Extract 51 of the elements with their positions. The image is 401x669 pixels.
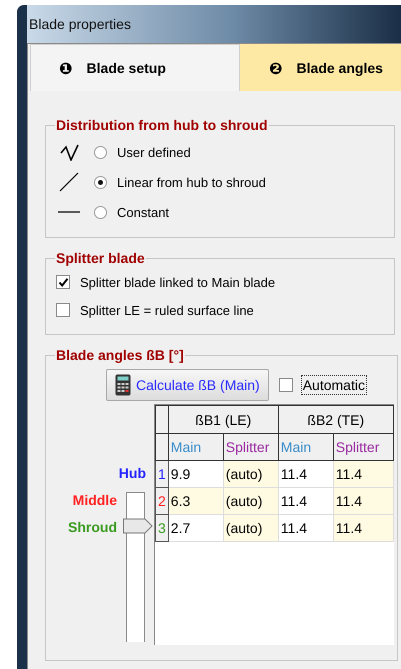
- tab[interactable]: ❷ Blade angles: [240, 44, 401, 91]
- header-cell: [156, 434, 168, 460]
- table-cell[interactable]: 11.4: [278, 514, 334, 542]
- table-cell[interactable]: 11.4: [278, 460, 334, 488]
- column-header: Main: [168, 434, 224, 460]
- checkbox[interactable]: [56, 303, 70, 317]
- row-label: Middle: [72, 490, 117, 510]
- row-label: Hub: [118, 464, 146, 480]
- checkbox[interactable]: [56, 275, 70, 289]
- table-cell[interactable]: (auto): [223, 514, 278, 542]
- group-title: Blade angles ßB [°]: [55, 347, 185, 363]
- calculate-button[interactable]: Calculate ßB (Main): [106, 369, 269, 401]
- zigzag-icon: [60, 144, 78, 160]
- diagonal-line-icon: [59, 172, 79, 192]
- header-cell: [156, 406, 168, 434]
- slider-thumb[interactable]: [123, 517, 153, 536]
- table-cell[interactable]: 11.4: [333, 460, 394, 488]
- checkbox[interactable]: [278, 378, 293, 392]
- column-header: ßB2 (TE): [278, 406, 394, 434]
- radio-button[interactable]: [94, 146, 107, 158]
- column-header: Splitter: [223, 434, 278, 460]
- row-number: 3: [156, 514, 168, 542]
- table-cell[interactable]: (auto): [223, 488, 278, 514]
- window-title: Blade properties: [29, 16, 131, 32]
- table-cell[interactable]: (auto): [223, 460, 278, 488]
- radio-label[interactable]: Linear from hub to shroud: [117, 174, 266, 190]
- checkbox-label[interactable]: Splitter LE = ruled surface line: [80, 302, 254, 318]
- radio-label[interactable]: User defined: [117, 144, 191, 160]
- radio-button[interactable]: [94, 206, 107, 218]
- checkbox-label[interactable]: Splitter blade linked to Main blade: [80, 274, 276, 290]
- table-cell[interactable]: 2.7: [168, 514, 224, 542]
- row-number: 1: [156, 460, 168, 488]
- column-header: ßB1 (LE): [168, 406, 278, 434]
- table-cell[interactable]: 11.4: [278, 488, 334, 514]
- row-number: 2: [156, 488, 168, 514]
- group-title: Distribution from hub to shroud: [55, 117, 269, 133]
- column-header: Main: [278, 434, 334, 460]
- column-header: Splitter: [333, 434, 394, 460]
- row-label: Shroud: [68, 518, 117, 536]
- table-cell[interactable]: 11.4: [333, 488, 394, 514]
- group-title: Splitter blade: [55, 250, 146, 266]
- tab[interactable]: ❶ Blade setup: [30, 44, 240, 91]
- table-cell[interactable]: 11.4: [333, 514, 394, 542]
- horizontal-line-icon: [57, 211, 81, 213]
- calculator-icon: [115, 374, 131, 396]
- table-cell[interactable]: 6.3: [168, 488, 224, 514]
- radio-button[interactable]: [94, 176, 107, 188]
- checkbox-label[interactable]: Automatic: [300, 375, 367, 395]
- slider-track[interactable]: [123, 492, 153, 642]
- radio-label[interactable]: Constant: [117, 204, 170, 220]
- table-cell[interactable]: 9.9: [168, 460, 224, 488]
